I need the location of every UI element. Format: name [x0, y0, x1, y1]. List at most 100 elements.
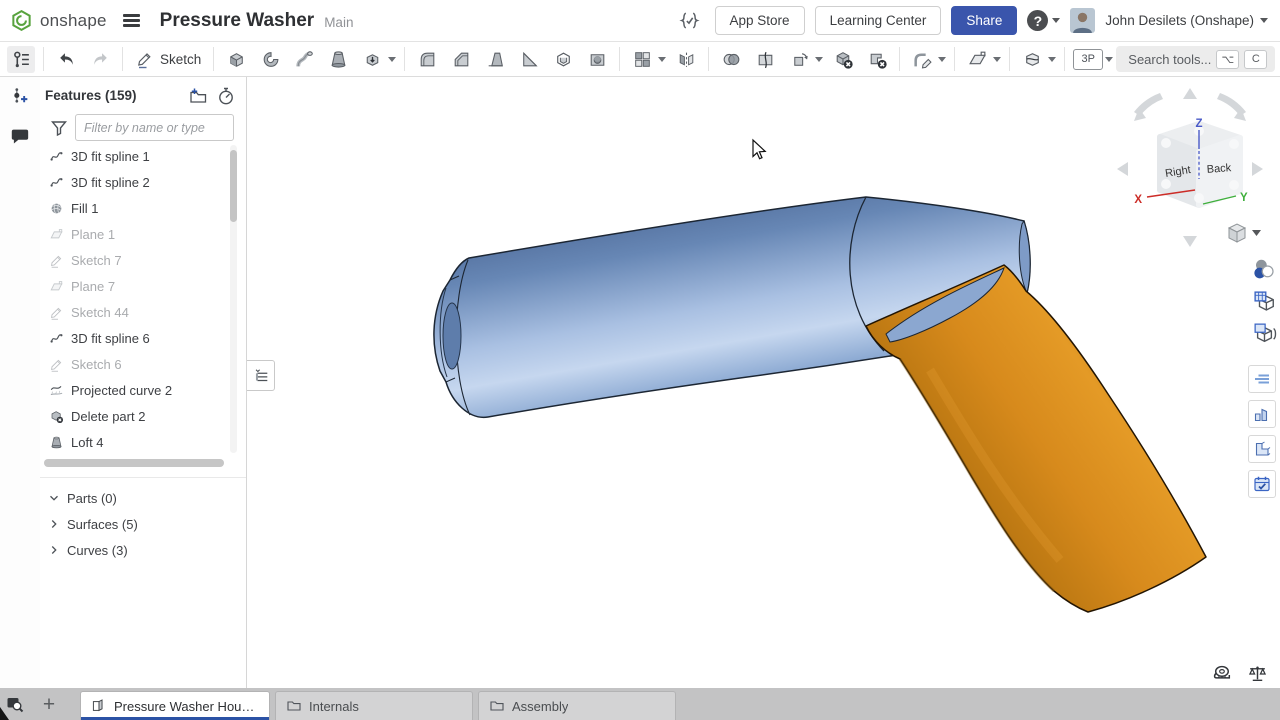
filter-icon[interactable] — [49, 118, 69, 138]
versions-panel-button[interactable] — [1248, 470, 1276, 498]
chevron-down-icon[interactable] — [388, 57, 396, 62]
new-folder-button[interactable] — [188, 86, 208, 106]
view-options-button[interactable] — [1229, 224, 1261, 242]
add-tab-button[interactable]: + — [30, 691, 68, 717]
chevron-down-icon[interactable] — [658, 57, 666, 62]
sketch-button[interactable]: Sketch — [128, 45, 208, 73]
boolean-button[interactable] — [717, 46, 745, 73]
view-cube-right-face[interactable] — [1160, 137, 1199, 205]
appearance-button[interactable] — [1252, 257, 1277, 282]
delete-part-button[interactable] — [829, 46, 857, 73]
search-tools[interactable]: Search tools... ⌥ C — [1116, 46, 1275, 72]
mass-properties-button[interactable] — [1247, 663, 1268, 684]
feature-item[interactable]: Loft 4 — [40, 429, 226, 455]
split-button[interactable] — [751, 46, 779, 73]
named-views-button[interactable] — [1252, 289, 1277, 314]
feature-item[interactable]: Plane 7 — [40, 273, 226, 299]
share-button[interactable]: Share — [951, 6, 1017, 35]
section-view-button[interactable] — [1018, 46, 1046, 73]
part-panel-button[interactable] — [1248, 435, 1276, 463]
feature-item[interactable]: Sketch 6 — [40, 351, 226, 377]
view-mode-badge[interactable]: 3P — [1073, 49, 1103, 70]
mirror-button[interactable] — [672, 46, 700, 73]
sweep-button[interactable] — [290, 46, 318, 73]
plane-button[interactable] — [963, 46, 991, 73]
model-body[interactable] — [434, 197, 1030, 417]
help-icon[interactable]: ? — [1027, 10, 1048, 31]
loft-button[interactable] — [324, 46, 352, 73]
learning-center-button[interactable]: Learning Center — [815, 6, 942, 35]
chevron-down-icon[interactable] — [993, 57, 1001, 62]
feature-details-panel-button[interactable] — [1248, 365, 1276, 393]
document-tab[interactable]: Pressure Washer Housi... — [80, 691, 270, 720]
feature-item[interactable]: Sketch 44 — [40, 299, 226, 325]
feature-item[interactable]: 3D fit spline 2 — [40, 169, 226, 195]
chevron-down-icon[interactable] — [47, 491, 61, 505]
filter-input[interactable] — [75, 114, 234, 141]
view-cube[interactable]: Right Back Z X Y — [1117, 88, 1263, 247]
thicken-button[interactable] — [358, 46, 386, 73]
model-pressure-washer[interactable] — [434, 197, 1206, 612]
feature-list-hscrollbar[interactable] — [44, 459, 224, 467]
feature-item[interactable]: Fill 1 — [40, 195, 226, 221]
document-tab[interactable]: Assembly — [478, 691, 676, 720]
draft-button[interactable] — [481, 46, 509, 73]
spline-icon — [49, 149, 64, 164]
redo-button[interactable] — [86, 46, 114, 73]
feature-list-scrollbar[interactable] — [230, 145, 237, 453]
view-cube-face-label[interactable]: Back — [1206, 162, 1232, 176]
measure-button[interactable] — [1212, 663, 1233, 684]
panel-collapse-handle[interactable] — [247, 360, 275, 391]
linear-pattern-button[interactable] — [628, 46, 656, 73]
feature-item[interactable]: Projected curve 2 — [40, 377, 226, 403]
document-tab[interactable]: Internals — [275, 691, 473, 720]
feature-item[interactable]: 3D fit spline 6 — [40, 325, 226, 351]
list-section-curves[interactable]: Curves (3) — [40, 537, 246, 563]
comments-button[interactable] — [6, 123, 34, 150]
undo-button[interactable] — [52, 46, 80, 73]
model-handle[interactable] — [866, 265, 1206, 612]
dev-api-icon[interactable] — [678, 7, 702, 34]
view-rotate-arrows[interactable] — [1117, 88, 1263, 247]
chevron-right-icon[interactable] — [47, 517, 61, 531]
app-store-button[interactable]: App Store — [715, 6, 805, 35]
feature-item[interactable]: Delete part 2 — [40, 403, 226, 429]
help-menu[interactable]: ? — [1027, 10, 1060, 31]
chevron-down-icon[interactable] — [1105, 57, 1113, 62]
shell-button[interactable] — [549, 46, 577, 73]
viewport[interactable]: Right Back Z X Y — [247, 77, 1280, 688]
feature-tree-toggle-button[interactable] — [7, 46, 35, 73]
model-right-cap[interactable] — [1019, 221, 1030, 293]
display-states-button[interactable] — [1252, 321, 1277, 346]
delete-face-button[interactable] — [863, 46, 891, 73]
transform-button[interactable] — [785, 46, 813, 73]
list-section-surfaces[interactable]: Surfaces (5) — [40, 511, 246, 537]
chevron-right-icon[interactable] — [47, 543, 61, 557]
chevron-down-icon[interactable] — [938, 57, 946, 62]
feature-item[interactable]: Plane 1 — [40, 221, 226, 247]
parts-panel-button[interactable] — [1248, 400, 1276, 428]
versions-history-button[interactable] — [6, 83, 34, 110]
workspace-name[interactable]: Main — [324, 15, 353, 30]
view-cube-back-face[interactable] — [1199, 138, 1240, 205]
view-cube-top-face[interactable] — [1160, 124, 1240, 152]
chevron-down-icon[interactable] — [815, 57, 823, 62]
feature-item[interactable]: 3D fit spline 1 — [40, 143, 226, 169]
user-menu[interactable]: John Desilets (Onshape) — [1105, 13, 1268, 28]
feature-timer-button[interactable] — [216, 86, 236, 106]
fillet-button[interactable] — [413, 46, 441, 73]
feature-item[interactable]: Sketch 7 — [40, 247, 226, 273]
modify-fillet-button[interactable] — [908, 46, 936, 73]
list-section-parts[interactable]: Parts (0) — [40, 485, 246, 511]
chevron-down-icon[interactable] — [1048, 57, 1056, 62]
hamburger-menu-icon[interactable] — [123, 14, 140, 27]
rib-button[interactable] — [515, 46, 543, 73]
onshape-logo[interactable]: onshape — [10, 9, 107, 32]
revolve-button[interactable] — [256, 46, 284, 73]
hole-button[interactable] — [583, 46, 611, 73]
model-lens[interactable] — [886, 268, 1004, 342]
view-cube-face-label[interactable]: Right — [1164, 164, 1191, 180]
avatar[interactable] — [1070, 8, 1095, 33]
extrude-button[interactable] — [222, 46, 250, 73]
chamfer-button[interactable] — [447, 46, 475, 73]
